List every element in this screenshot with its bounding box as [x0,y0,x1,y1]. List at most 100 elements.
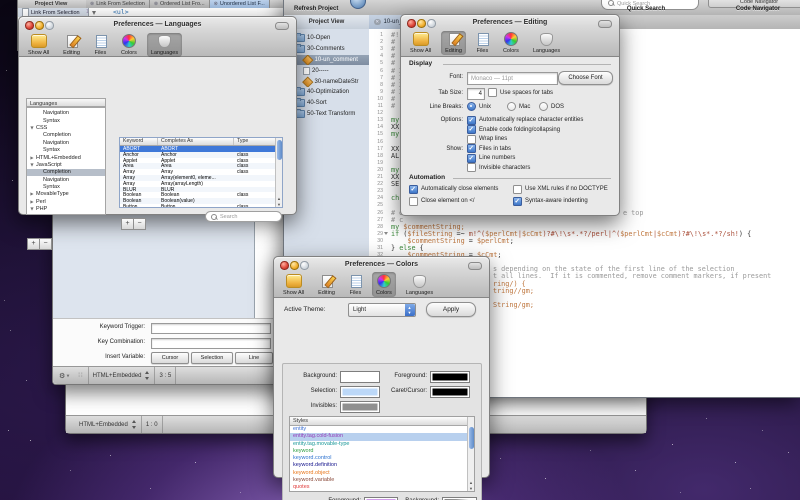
checkbox-icon[interactable] [467,154,476,163]
use-spaces-checkbox-row[interactable]: Use spaces for tabs [488,89,553,97]
language-list-item[interactable]: Completion [27,169,105,176]
minimize-button[interactable] [417,19,426,28]
checkbox-icon[interactable] [513,197,522,206]
option-checkbox[interactable]: Wrap lines [467,135,507,143]
toolbar-toggle-button[interactable] [468,262,482,270]
automation-checkbox[interactable]: Syntax-aware indenting [513,197,588,205]
language-list-item[interactable]: Perl [27,198,105,205]
minimize-button[interactable] [35,21,44,30]
keyword-search-input[interactable]: Search [205,211,282,222]
table-header[interactable]: KeywordCompletes AsType [120,138,282,146]
toolbar-toggle-button[interactable] [275,22,289,30]
toolbar-item-colors[interactable]: Colors [372,272,396,297]
keyword-trigger-field[interactable] [151,323,271,335]
checkbox-icon[interactable] [409,185,418,194]
language-list-item[interactable]: Navigation [27,139,105,146]
grip-icon[interactable]: ⁞⁞ [78,373,83,379]
show-checkbox[interactable]: Files in tabs [467,145,511,153]
use-spaces-checkbox[interactable] [488,88,497,97]
toolbar-item-languages[interactable]: Languages [147,33,182,57]
style-row[interactable]: keyword [290,448,474,455]
remove-keyword-button[interactable]: − [133,218,146,230]
toolbar-item-colors[interactable]: Colors [499,30,523,55]
fold-icon[interactable] [384,232,388,235]
window-a-tab[interactable]: ⊗Link From Selection [86,0,150,8]
close-button[interactable] [280,261,289,270]
window-a-tab[interactable]: ⊗Ordered List Fro... [150,0,210,8]
scroll-up-icon[interactable]: ▲ [276,196,282,201]
language-list-item[interactable]: Syntax [27,146,105,153]
line-break-radio-dos[interactable]: DOS [539,103,564,111]
fold-icon[interactable] [92,11,96,15]
disclosure-icon[interactable] [30,193,33,196]
active-theme-dropdown[interactable]: Light ▲ ▼ [348,303,416,317]
language-list-item[interactable]: Navigation [27,176,105,183]
style-background-well[interactable] [442,497,477,500]
checkbox-icon[interactable] [467,163,476,172]
style-row[interactable]: keyword.object [290,470,474,477]
checkbox-icon[interactable] [467,144,476,153]
window-a-tab[interactable]: ⊗Unordered List F... [210,0,270,8]
disclosure-icon[interactable] [30,156,33,159]
remove-language-button[interactable]: − [39,238,52,250]
style-row[interactable]: quotes [290,484,474,491]
table-row[interactable]: ButtonButtonclass [120,204,282,208]
apply-button[interactable]: Apply [426,302,476,317]
toolbar-item-editing[interactable]: Editing [441,31,466,55]
toolbar-item-showall[interactable]: Show All [406,30,435,55]
language-list-item[interactable]: Syntax [27,117,105,124]
language-list-item[interactable]: JavaScript [27,161,105,168]
option-checkbox[interactable]: Enable code folding/collapsing [467,126,560,134]
disclosure-icon[interactable] [30,208,33,211]
style-foreground-well[interactable] [364,497,398,500]
show-checkbox[interactable]: Invisible characters [467,164,530,172]
gear-icon[interactable]: ⚙ [59,372,65,380]
style-row[interactable]: entity.tag.cold-fusion [290,433,474,440]
color-well-caretcursor[interactable] [430,386,470,398]
toolbar-item-showall[interactable]: Show All [24,32,53,57]
column-header[interactable]: Keyword [120,138,158,145]
style-row[interactable]: keyword.definition [290,462,474,469]
tab-close-icon[interactable]: ✕ [374,19,381,26]
language-list-item[interactable]: Completion [27,132,105,139]
automation-checkbox[interactable]: Close element on </ [409,197,475,205]
key-combination-field[interactable] [151,338,271,350]
line-break-radio-unix[interactable]: Unix [467,103,491,111]
disclosure-icon[interactable] [30,126,33,129]
checkbox-icon[interactable] [467,135,476,144]
close-button[interactable] [25,21,34,30]
checkbox-icon[interactable] [467,125,476,134]
style-row[interactable]: keyword.variable [290,477,474,484]
column-header[interactable]: Type [234,138,276,145]
checkbox-icon[interactable] [467,116,476,125]
column-header[interactable]: Completes As [158,138,234,145]
refresh-project-icon[interactable] [350,0,366,9]
color-well-foreground[interactable] [430,371,470,383]
toolbar-toggle-button[interactable] [598,20,612,28]
toolbar-item-colors[interactable]: Colors [117,32,141,57]
automation-checkbox[interactable]: Automatically close elements [409,185,498,193]
color-well-invisibles[interactable] [340,401,380,413]
language-list-item[interactable]: PHP [27,206,105,213]
line-break-radio-mac[interactable]: Mac [507,103,530,111]
language-list-item[interactable]: HTML+Embedded [27,154,105,161]
language-list-item[interactable]: Navigation [27,110,105,117]
close-button[interactable] [407,19,416,28]
choose-font-button[interactable]: Choose Font [558,71,613,85]
language-popup[interactable]: HTML+Embedded [93,371,151,380]
language-list-item[interactable]: Syntax [27,183,105,190]
scroll-down-icon[interactable]: ▼ [276,202,282,207]
language-popup[interactable]: HTML+Embedded [79,420,137,429]
style-row[interactable]: entity.tag.movable-type [290,441,474,448]
insert-variable-button-selection[interactable]: Selection [191,352,233,364]
toolbar-item-languages[interactable]: Languages [402,273,437,297]
show-checkbox[interactable]: Line numbers [467,154,515,162]
tab-size-field[interactable]: 4 [467,88,485,100]
styles-scrollbar[interactable]: ▲ ▼ [467,417,474,491]
toolbar-item-languages[interactable]: Languages [529,31,564,55]
table-scrollbar[interactable]: ▲ ▼ [275,138,282,207]
style-row[interactable]: keyword.control [290,455,474,462]
language-list-item[interactable]: MovableType [27,191,105,198]
insert-variable-button-cursor[interactable]: Cursor [151,352,189,364]
style-row[interactable]: entity [290,426,474,433]
